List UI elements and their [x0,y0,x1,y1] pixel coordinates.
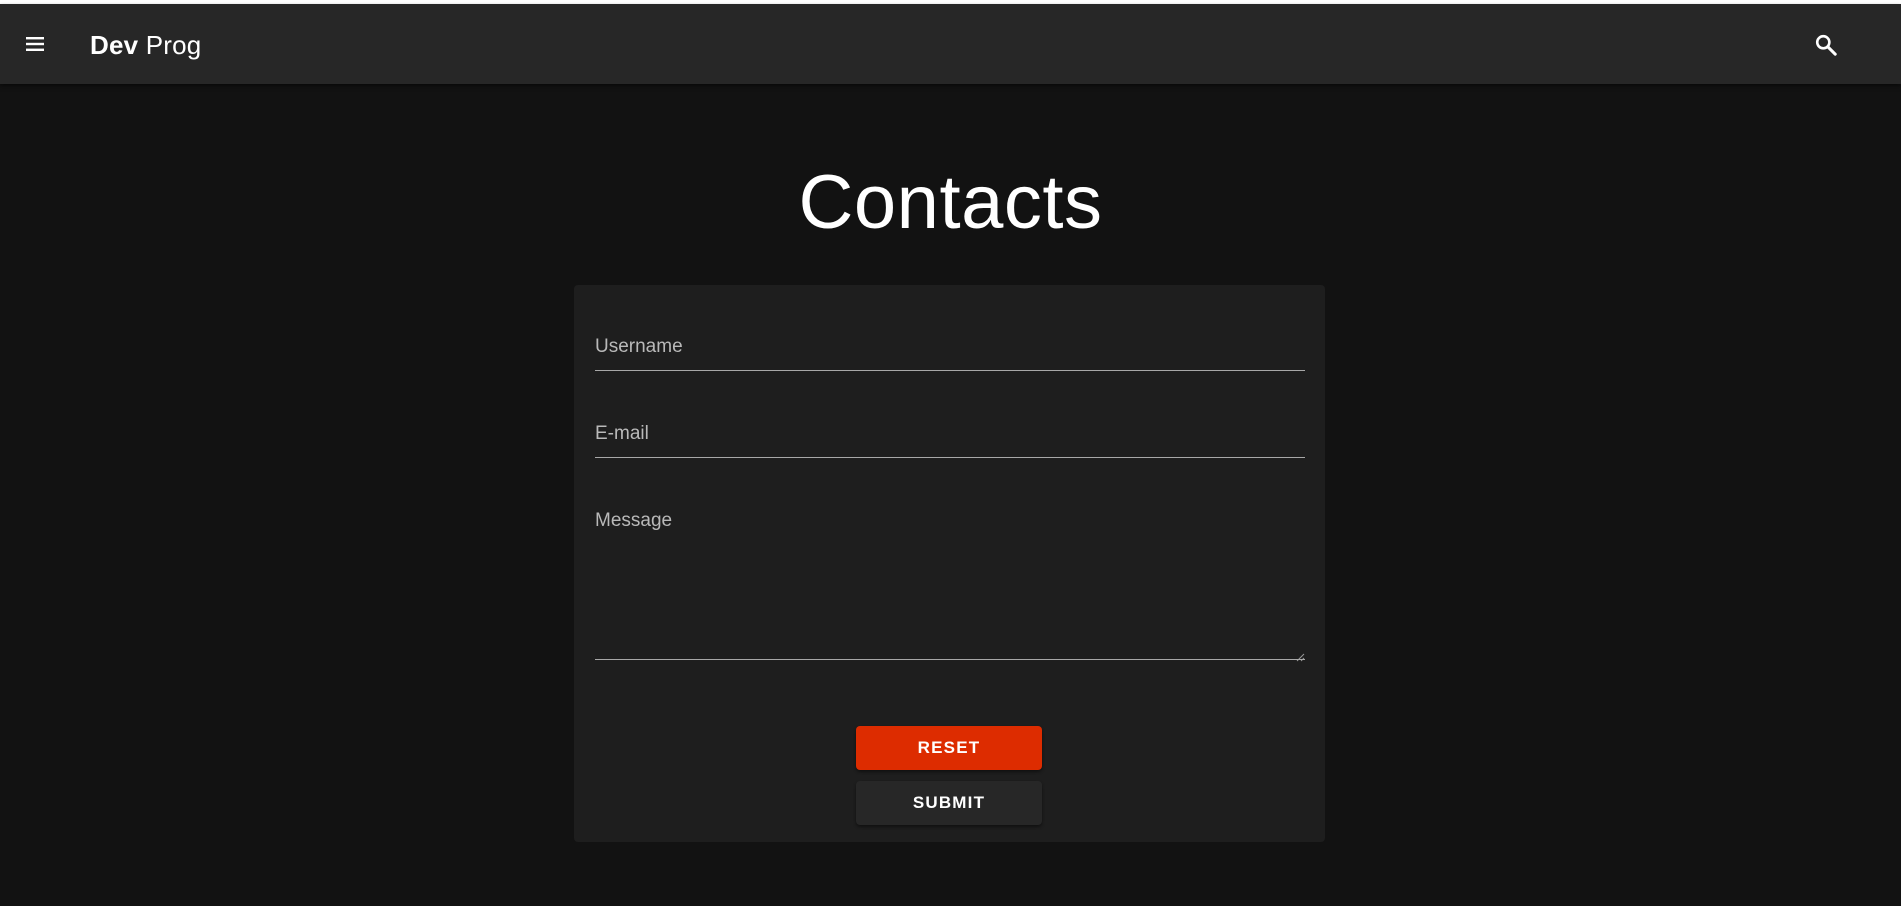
email-input[interactable] [595,422,1305,448]
brand-title-regular: Prog [145,30,202,60]
hamburger-menu-icon [23,32,47,61]
contact-form-card: Username E-mail Message RESET SUBMIT [574,285,1325,842]
message-field[interactable]: Message [595,499,1305,663]
reset-button[interactable]: RESET [856,726,1042,770]
email-underline [595,457,1305,458]
menu-button[interactable] [10,21,60,71]
resize-handle-icon[interactable] [1295,649,1305,662]
page-title: Contacts [798,160,1103,245]
email-field[interactable]: E-mail [595,412,1305,462]
brand-title[interactable]: Dev Prog [90,30,201,61]
app-bar: Dev Prog [0,4,1901,84]
app-viewport: Dev Prog Contacts Username E-mail Messag [0,4,1901,906]
message-textarea[interactable] [595,535,1305,655]
username-underline [595,370,1305,371]
username-input[interactable] [595,335,1305,361]
search-icon [1813,32,1839,63]
submit-button[interactable]: SUBMIT [856,781,1042,825]
brand-title-bold: Dev [90,30,139,60]
search-button[interactable] [1808,29,1844,65]
message-underline [595,659,1305,660]
message-label: Message [595,510,673,531]
username-field[interactable]: Username [595,325,1305,375]
